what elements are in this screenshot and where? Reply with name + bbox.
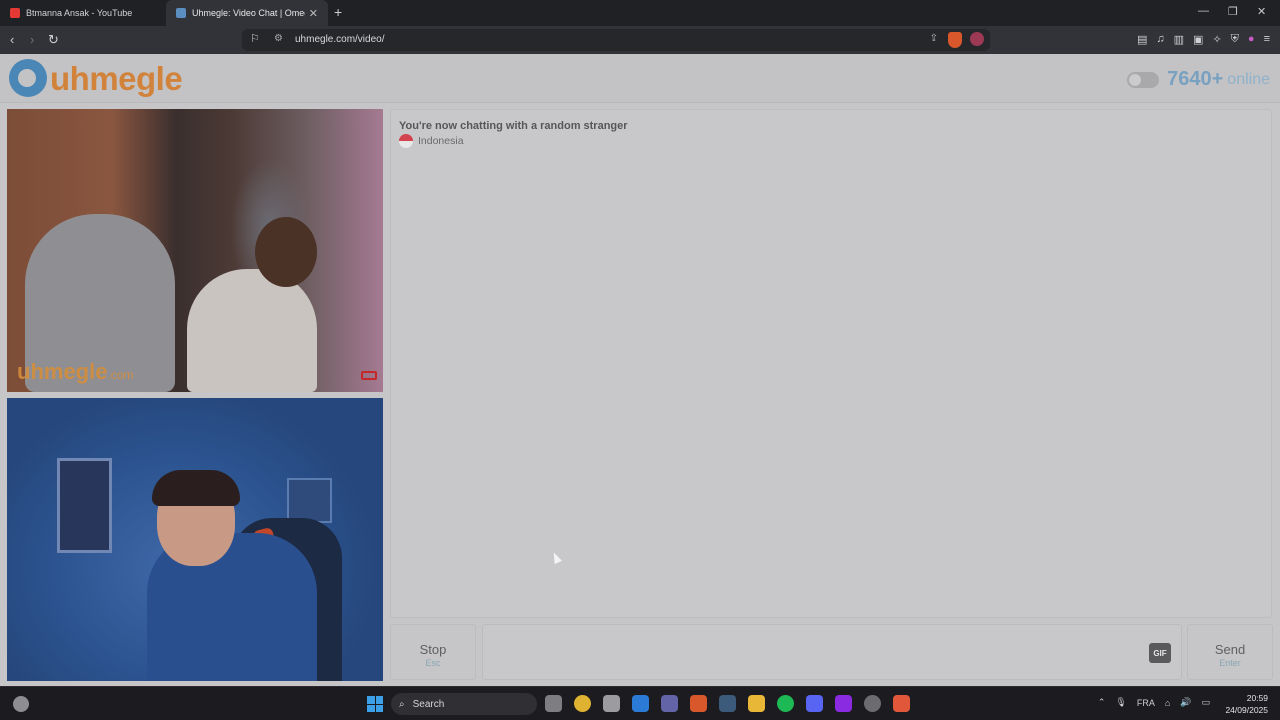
site-settings-icon[interactable]: ⚙ xyxy=(274,33,283,44)
wallet-icon[interactable]: ▣ xyxy=(1193,33,1203,46)
outlook-icon[interactable] xyxy=(632,695,649,712)
self-person-hair xyxy=(152,470,240,506)
leo-icon[interactable]: ✧ xyxy=(1212,33,1221,46)
tab-search-icon[interactable]: ▤ xyxy=(1137,33,1147,46)
browser-toolbar: ‹ › ↻ ⚐ ⚙ uhmegle.com/video/ ⇪ ▤ ♫ ▥ ▣ ✧… xyxy=(0,26,1280,54)
bookmark-icon[interactable]: ⚐ xyxy=(250,32,260,45)
indonesia-flag-icon xyxy=(399,134,413,148)
back-icon[interactable]: ‹ xyxy=(10,32,14,47)
store-icon[interactable] xyxy=(603,695,620,712)
send-button[interactable]: Send Enter xyxy=(1187,624,1273,680)
brave-icon[interactable] xyxy=(690,695,707,712)
gif-button[interactable]: GIF xyxy=(1149,643,1171,663)
stop-hint: Esc xyxy=(425,658,441,668)
reload-icon[interactable]: ↻ xyxy=(48,32,59,48)
tab-uhmegle[interactable]: Uhmegle: Video Chat | Omeg ✕ xyxy=(166,0,328,26)
volume-icon[interactable]: 🔊 xyxy=(1180,697,1191,708)
uhmegle-icon xyxy=(176,8,186,18)
tab-title: Uhmegle: Video Chat | Omeg xyxy=(192,8,305,18)
online-label: online xyxy=(1227,70,1270,88)
menu-icon[interactable]: ≡ xyxy=(1264,33,1270,46)
brave-shield-icon[interactable] xyxy=(948,32,962,48)
file-explorer-icon[interactable] xyxy=(748,695,765,712)
send-label: Send xyxy=(1214,642,1246,657)
minimize-icon[interactable]: — xyxy=(1198,5,1209,17)
chat-log: You're now chatting with a random strang… xyxy=(390,109,1272,618)
chat-status: You're now chatting with a random strang… xyxy=(399,120,628,132)
extension-icons: ▤ ♫ ▥ ▣ ✧ ⛨ ● ≡ xyxy=(1137,33,1270,46)
send-hint: Enter xyxy=(1219,658,1241,668)
sidebar-icon[interactable]: ▥ xyxy=(1174,33,1184,46)
clock[interactable]: 20:59 24/09/2025 xyxy=(1225,692,1268,716)
close-window-icon[interactable]: ✕ xyxy=(1257,5,1266,18)
next-app-icon[interactable] xyxy=(835,695,852,712)
youtube-icon xyxy=(10,8,20,18)
brave-nightly-icon[interactable] xyxy=(893,695,910,712)
new-tab-icon[interactable]: + xyxy=(334,4,342,20)
discord-icon[interactable] xyxy=(806,695,823,712)
video-watermark: uhmegle.com xyxy=(17,359,134,384)
close-tab-icon[interactable]: ✕ xyxy=(309,7,318,20)
language-indicator[interactable]: FRA xyxy=(1137,698,1155,708)
stranger-person-head xyxy=(255,217,317,287)
media-icon[interactable]: ♫ xyxy=(1156,33,1164,46)
stop-button[interactable]: Stop Esc xyxy=(390,624,476,680)
tab-title: Btmanna Ansak - YouTube xyxy=(26,8,133,18)
report-icon[interactable] xyxy=(361,371,377,380)
page: uhmegle 7640+ online uhmegle.com You're … xyxy=(0,54,1280,686)
clock-date: 24/09/2025 xyxy=(1225,705,1268,715)
theme-toggle[interactable] xyxy=(1127,71,1160,88)
brave-rewards-icon[interactable] xyxy=(970,32,984,46)
profile-icon[interactable]: ● xyxy=(1248,33,1255,46)
online-count: 7640+ xyxy=(1167,68,1224,90)
url-text[interactable]: uhmegle.com/video/ xyxy=(295,34,385,45)
browser-tab-strip: Btmanna Ansak - YouTube Uhmegle: Video C… xyxy=(0,0,1280,26)
tab-youtube[interactable]: Btmanna Ansak - YouTube xyxy=(0,0,166,26)
online-indicator: 7640+ online xyxy=(1127,68,1270,91)
spotify-icon[interactable] xyxy=(777,695,794,712)
weather-widget-icon[interactable] xyxy=(13,696,29,712)
search-icon: ⌕ xyxy=(399,698,405,710)
task-view-icon[interactable] xyxy=(545,695,562,712)
country-name: Indonesia xyxy=(418,135,464,147)
wall-frame xyxy=(57,458,112,553)
stranger-video: uhmegle.com xyxy=(7,109,383,392)
taskbar-apps xyxy=(545,695,910,712)
search-label: Search xyxy=(412,698,445,710)
wall-frame xyxy=(287,478,332,523)
stop-label: Stop xyxy=(419,642,447,657)
taskbar: ⌕ Search ⌃ 🎙 FRA ⌂ 🔊 ▭ 20:59 24/09/2025 xyxy=(0,686,1280,720)
chrome-icon[interactable] xyxy=(574,695,591,712)
stranger-person xyxy=(187,269,317,392)
battery-icon[interactable]: ▭ xyxy=(1201,697,1210,708)
vpn-icon[interactable]: ⛨ xyxy=(1231,33,1239,46)
share-icon[interactable]: ⇪ xyxy=(930,33,938,44)
teams-icon[interactable] xyxy=(661,695,678,712)
uhmegle-logo-icon[interactable] xyxy=(9,59,47,97)
start-button[interactable] xyxy=(367,696,383,712)
self-video xyxy=(7,398,383,681)
taskbar-search[interactable]: ⌕ Search xyxy=(391,693,537,715)
stranger-country: Indonesia xyxy=(399,134,464,148)
network-icon[interactable]: ⌂ xyxy=(1165,698,1170,708)
app-icon[interactable] xyxy=(864,695,881,712)
maximize-icon[interactable]: ❐ xyxy=(1228,5,1238,18)
site-header: uhmegle 7640+ online xyxy=(0,54,1280,103)
site-logo[interactable]: uhmegle xyxy=(50,60,183,98)
clock-time: 20:59 xyxy=(1246,693,1268,703)
system-tray: ⌃ 🎙 FRA ⌂ 🔊 ▭ xyxy=(1098,697,1210,708)
steam-icon[interactable] xyxy=(719,695,736,712)
address-bar[interactable]: ⚐ ⚙ uhmegle.com/video/ ⇪ xyxy=(242,29,990,51)
message-input[interactable]: GIF xyxy=(482,624,1182,680)
microphone-icon[interactable]: 🎙 xyxy=(1115,697,1126,708)
chevron-up-icon[interactable]: ⌃ xyxy=(1098,697,1106,708)
forward-icon[interactable]: › xyxy=(30,32,34,47)
